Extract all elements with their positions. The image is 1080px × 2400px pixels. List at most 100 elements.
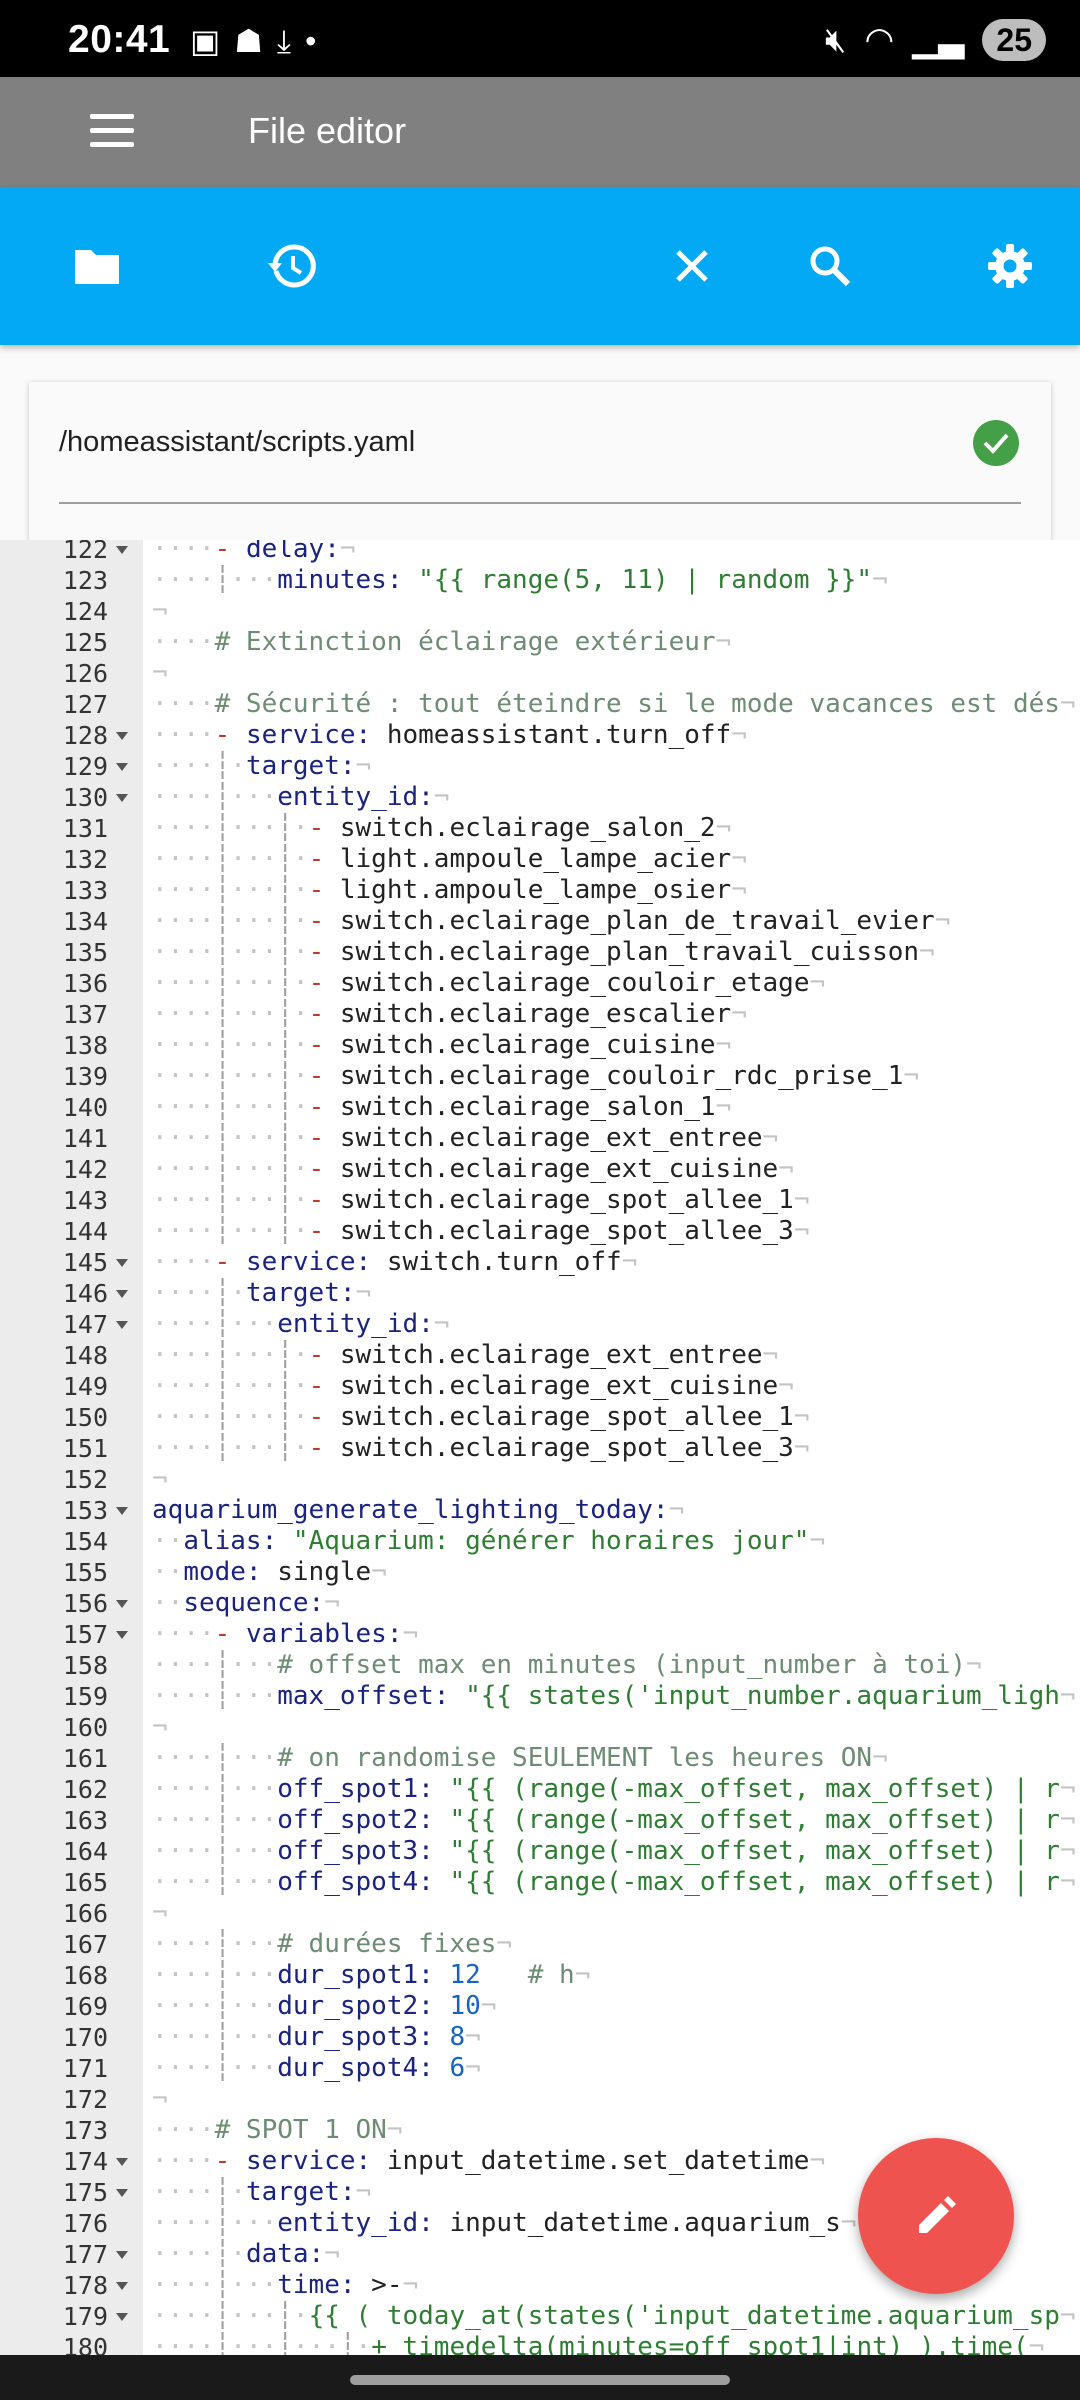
status-bar: 20:41 ▣☗⤓• 🔇︎ ◠ ▁▃ 25 bbox=[0, 0, 1080, 77]
code-text: ··alias: "Aquarium: générer horaires jou… bbox=[152, 1526, 826, 1556]
code-text: ····┆···# offset max en minutes (input_n… bbox=[152, 1650, 982, 1680]
code-line: 125 ····# Extinction éclairage extérieur¬ bbox=[0, 627, 1080, 658]
line-number: 132 bbox=[62, 845, 108, 874]
line-number: 179 bbox=[62, 2302, 108, 2331]
code-line: 132 ····┆···┆·- light.ampoule_lampe_acier… bbox=[0, 844, 1080, 875]
fold-arrow-icon[interactable] bbox=[116, 2313, 128, 2321]
code-line: 128 ····- service: homeassistant.turn_off… bbox=[0, 720, 1080, 751]
folder-icon[interactable] bbox=[62, 231, 132, 301]
code-text: ··sequence:¬ bbox=[152, 1588, 340, 1618]
code-text: ····- service: homeassistant.turn_off¬ bbox=[152, 720, 747, 750]
code-line: 133 ····┆···┆·- light.ampoule_lampe_osier… bbox=[0, 875, 1080, 906]
line-number: 153 bbox=[62, 1496, 108, 1525]
code-line: 143 ····┆···┆·- switch.eclairage_spot_all… bbox=[0, 1185, 1080, 1216]
settings-icon[interactable] bbox=[975, 231, 1045, 301]
code-line: 158 ····┆···# offset max en minutes (inpu… bbox=[0, 1650, 1080, 1681]
line-number: 171 bbox=[62, 2054, 108, 2083]
file-path[interactable]: /homeassistant/scripts.yaml bbox=[59, 426, 415, 459]
fold-arrow-icon[interactable] bbox=[116, 1290, 128, 1298]
code-line: 123 ····┆···minutes: "{{ range(5, 11) | r… bbox=[0, 565, 1080, 596]
code-line: 148 ····┆···┆·- switch.eclairage_ext_entr… bbox=[0, 1340, 1080, 1371]
code-line: 179 ····┆···┆·{{ ( today_at(states('input… bbox=[0, 2301, 1080, 2332]
code-text: ····- variables:¬ bbox=[152, 1619, 419, 1649]
code-line: 139 ····┆···┆·- switch.eclairage_couloir_… bbox=[0, 1061, 1080, 1092]
notification-icons: ▣☗⤓• bbox=[190, 23, 331, 59]
code-text: ····┆···entity_id:¬ bbox=[152, 782, 450, 812]
fold-arrow-icon[interactable] bbox=[116, 794, 128, 802]
code-line: 129 ····┆·target:¬ bbox=[0, 751, 1080, 782]
line-number: 158 bbox=[62, 1651, 108, 1680]
line-number: 147 bbox=[62, 1310, 108, 1339]
line-number: 168 bbox=[62, 1961, 108, 1990]
fold-arrow-icon[interactable] bbox=[116, 2251, 128, 2259]
code-text: ····┆···┆·- light.ampoule_lampe_acier¬ bbox=[152, 844, 747, 874]
fold-arrow-icon[interactable] bbox=[116, 2282, 128, 2290]
close-icon[interactable] bbox=[657, 231, 727, 301]
search-icon[interactable] bbox=[795, 231, 865, 301]
fold-arrow-icon[interactable] bbox=[116, 763, 128, 771]
code-text: ····┆···dur_spot2: 10¬ bbox=[152, 1991, 497, 2021]
line-number: 174 bbox=[62, 2147, 108, 2176]
code-line: 172 ¬ bbox=[0, 2084, 1080, 2115]
fold-arrow-icon[interactable] bbox=[116, 1600, 128, 1608]
wifi-icon: ◠ bbox=[864, 21, 895, 59]
edit-fab-button[interactable] bbox=[858, 2138, 1014, 2294]
line-number: 127 bbox=[62, 690, 108, 719]
line-number: 140 bbox=[62, 1093, 108, 1122]
code-line: 167 ····┆···# durées fixes¬ bbox=[0, 1929, 1080, 1960]
code-text: ¬ bbox=[152, 596, 168, 626]
line-number: 148 bbox=[62, 1341, 108, 1370]
code-text: ····┆···dur_spot4: 6¬ bbox=[152, 2053, 481, 2083]
fold-arrow-icon[interactable] bbox=[116, 732, 128, 740]
code-line: 144 ····┆···┆·- switch.eclairage_spot_all… bbox=[0, 1216, 1080, 1247]
code-line: 135 ····┆···┆·- switch.eclairage_plan_tra… bbox=[0, 937, 1080, 968]
code-text: ····┆···┆·- switch.eclairage_ext_entree¬ bbox=[152, 1340, 779, 1370]
code-text: ····┆···┆·- switch.eclairage_cuisine¬ bbox=[152, 1030, 732, 1060]
code-line: 151 ····┆···┆·- switch.eclairage_spot_all… bbox=[0, 1433, 1080, 1464]
code-text: ····┆···┆·- switch.eclairage_escalier¬ bbox=[152, 999, 747, 1029]
line-number: 125 bbox=[62, 628, 108, 657]
line-number: 167 bbox=[62, 1930, 108, 1959]
code-text: ····┆···┆·- switch.eclairage_couloir_rdc… bbox=[152, 1061, 920, 1091]
line-number: 151 bbox=[62, 1434, 108, 1463]
code-text: ····┆···┆···┆·+ timedelta(minutes=off_sp… bbox=[152, 2332, 1045, 2355]
code-line: 162 ····┆···off_spot1: "{{ (range(-max_of… bbox=[0, 1774, 1080, 1805]
gesture-handle[interactable] bbox=[350, 2375, 730, 2385]
code-line: 156 ··sequence:¬ bbox=[0, 1588, 1080, 1619]
fold-arrow-icon[interactable] bbox=[116, 1631, 128, 1639]
code-text: ····┆···off_spot3: "{{ (range(-max_offse… bbox=[152, 1836, 1076, 1866]
line-number: 159 bbox=[62, 1682, 108, 1711]
fold-arrow-icon[interactable] bbox=[116, 1321, 128, 1329]
line-number: 162 bbox=[62, 1775, 108, 1804]
fold-arrow-icon[interactable] bbox=[116, 1259, 128, 1267]
code-text: ¬ bbox=[152, 658, 168, 688]
line-number: 128 bbox=[62, 721, 108, 750]
code-line: 134 ····┆···┆·- switch.eclairage_plan_de_… bbox=[0, 906, 1080, 937]
code-line: 152 ¬ bbox=[0, 1464, 1080, 1495]
code-line: 163 ····┆···off_spot2: "{{ (range(-max_of… bbox=[0, 1805, 1080, 1836]
code-text: ····┆···entity_id:¬ bbox=[152, 1309, 450, 1339]
code-line: 138 ····┆···┆·- switch.eclairage_cuisine¬ bbox=[0, 1030, 1080, 1061]
file-path-card: /homeassistant/scripts.yaml bbox=[29, 382, 1051, 542]
app-title: File editor bbox=[248, 110, 407, 151]
status-time: 20:41 bbox=[68, 18, 171, 61]
code-line: 165 ····┆···off_spot4: "{{ (range(-max_of… bbox=[0, 1867, 1080, 1898]
code-line: 131 ····┆···┆·- switch.eclairage_salon_2¬ bbox=[0, 813, 1080, 844]
code-editor[interactable]: 122 ····- delay:¬ 123 ····┆···minutes: "{{ … bbox=[0, 540, 1080, 2355]
history-icon[interactable] bbox=[257, 231, 327, 301]
menu-icon[interactable] bbox=[90, 114, 134, 156]
fold-arrow-icon[interactable] bbox=[116, 1507, 128, 1515]
line-number: 129 bbox=[62, 752, 108, 781]
code-text: ····┆···off_spot2: "{{ (range(-max_offse… bbox=[152, 1805, 1076, 1835]
line-number: 142 bbox=[62, 1155, 108, 1184]
code-text: ··mode: single¬ bbox=[152, 1557, 387, 1587]
code-line: 147 ····┆···entity_id:¬ bbox=[0, 1309, 1080, 1340]
code-line: 140 ····┆···┆·- switch.eclairage_salon_1¬ bbox=[0, 1092, 1080, 1123]
fold-arrow-icon[interactable] bbox=[116, 2158, 128, 2166]
code-text: ····┆···off_spot1: "{{ (range(-max_offse… bbox=[152, 1774, 1076, 1804]
line-number: 134 bbox=[62, 907, 108, 936]
fold-arrow-icon[interactable] bbox=[116, 546, 128, 554]
line-number: 137 bbox=[62, 1000, 108, 1029]
fold-arrow-icon[interactable] bbox=[116, 2189, 128, 2197]
code-text: ¬ bbox=[152, 1464, 168, 1494]
